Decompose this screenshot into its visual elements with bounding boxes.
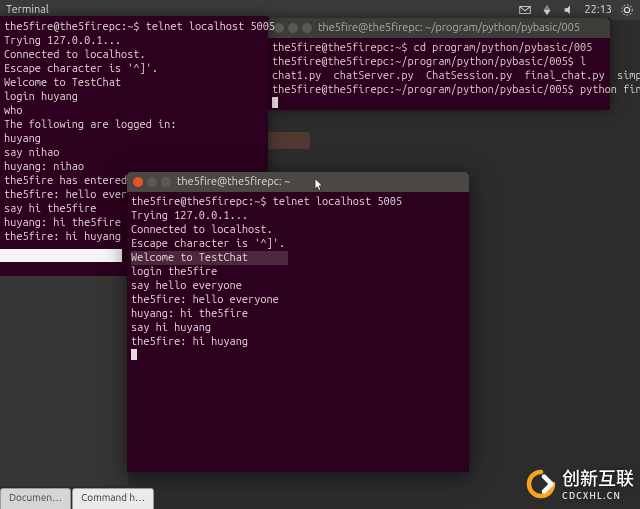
terminal-line: the5fire@the5firepc:~/program/python/pyb… [272,83,606,97]
terminal-line: Escape character is '^]'. [4,62,264,76]
terminal-line: login the5fire [131,265,465,279]
window-title: the5fire@the5firepc: ~ [177,175,290,189]
terminal-line: huyang: hi the5fire [131,307,465,321]
background-panel [0,276,128,486]
bottom-tab-bar: Documen… Command h… [0,488,155,508]
maximize-icon[interactable] [161,177,171,187]
terminal-line: Escape character is '^]'. [131,237,465,251]
terminal-window-right[interactable]: the5fire@the5firepc: ~/program/python/py… [268,18,610,110]
mail-icon[interactable] [518,3,532,17]
audio-icon[interactable] [562,3,576,17]
terminal-line: say hi huyang [131,321,465,335]
terminal-output[interactable]: the5fire@the5firepc:~$ cd program/python… [268,38,610,114]
close-icon[interactable] [133,177,143,187]
terminal-line: chat1.py chatServer.py ChatSession.py fi… [272,69,606,83]
terminal-line: Connected to localhost. [131,223,465,237]
watermark-subtext: CDCXHL.CN [562,489,634,502]
maximize-icon[interactable] [302,23,312,33]
terminal-line: who [4,104,264,118]
terminal-line: the5fire@the5firepc:~/program/python/pyb… [272,55,606,69]
window-title: the5fire@the5firepc: ~/program/python/py… [318,21,580,35]
terminal-line: the5fire: hello everyone [131,293,465,307]
terminal-titlebar[interactable]: the5fire@the5firepc: ~ [127,172,469,192]
cursor-block [272,97,278,108]
minimize-icon[interactable] [288,23,298,33]
terminal-titlebar[interactable]: the5fire@the5firepc: ~/program/python/py… [268,18,610,38]
minimize-icon[interactable] [147,177,157,187]
gear-icon[interactable] [620,3,634,17]
terminal-line: login huyang [4,90,264,104]
terminal-line: say hello everyone [131,279,465,293]
clock[interactable]: 22:13 [584,4,612,16]
terminal-output[interactable]: the5fire@the5firepc:~$ telnet localhost … [127,192,469,366]
terminal-line: Trying 127.0.0.1... [4,34,264,48]
terminal-line: huyang [4,132,264,146]
close-icon[interactable] [274,23,284,33]
terminal-line: the5fire@the5firepc:~$ telnet localhost … [4,20,264,34]
watermark-logo-icon [526,469,556,499]
terminal-line: The following are logged in: [4,118,264,132]
tab-command-history[interactable]: Command h… [72,488,154,509]
window-buttons[interactable] [133,177,171,187]
terminal-line: Connected to localhost. [4,48,264,62]
text-input-highlight[interactable] [0,249,122,262]
watermark-text: 创新互联 [562,465,634,491]
terminal-line: Trying 127.0.0.1... [131,209,465,223]
menu-app-title: Terminal [6,4,49,16]
terminal-line: Welcome to TestChat [131,251,288,265]
terminal-line: the5fire: hi huyang [131,335,465,349]
terminal-window-floating[interactable]: the5fire@the5firepc: ~ the5fire@the5fire… [127,172,469,472]
cursor-block [131,349,137,360]
window-buttons[interactable] [274,23,312,33]
watermark: 创新互联 CDCXHL.CN [526,465,634,502]
terminal-line: Welcome to TestChat [4,76,264,90]
network-icon[interactable] [540,3,554,17]
terminal-line: the5fire@the5firepc:~$ cd program/python… [272,41,606,55]
terminal-line: say nihao [4,146,264,160]
tab-document[interactable]: Documen… [0,488,71,509]
terminal-line: the5fire@the5firepc:~$ telnet localhost … [131,195,465,209]
